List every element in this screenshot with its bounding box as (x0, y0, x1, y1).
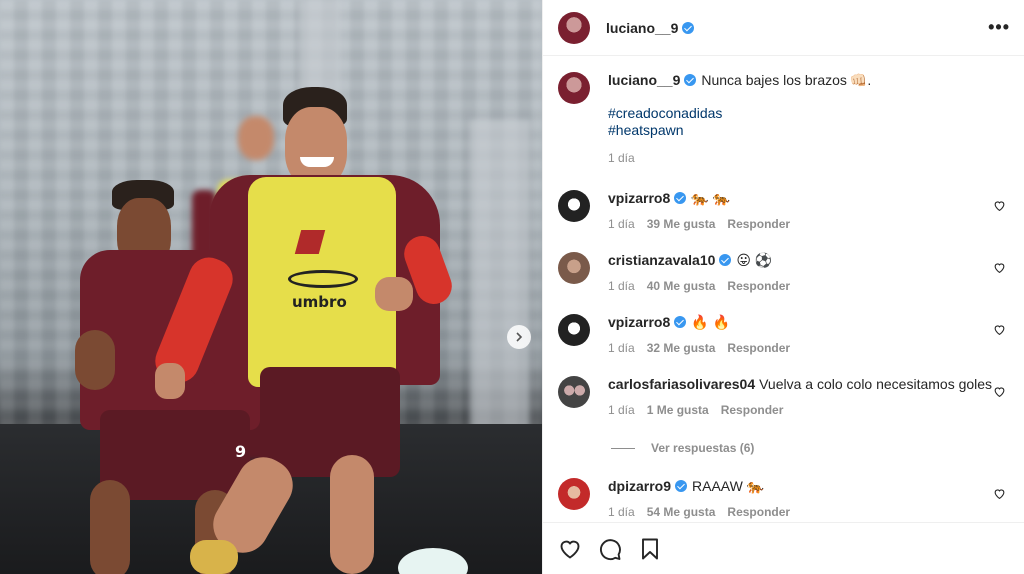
avatar[interactable] (558, 11, 590, 44)
verified-badge-icon (674, 192, 687, 204)
caption-text: Nunca bajes los brazos (701, 72, 847, 88)
avatar[interactable] (558, 376, 590, 408)
avatar[interactable] (558, 478, 590, 510)
verified-badge-icon (675, 480, 688, 492)
more-horizontal-icon[interactable]: ••• (988, 17, 1010, 38)
reply-button[interactable]: Responder (727, 217, 790, 231)
verified-badge-icon (719, 254, 732, 266)
reply-button[interactable]: Responder (727, 505, 790, 519)
post-image[interactable]: 9 umbro (0, 0, 542, 574)
hashtag-link[interactable]: #creadoconadidas (608, 105, 1009, 122)
verified-badge-icon (674, 316, 687, 328)
post-actions-bar (543, 522, 1024, 574)
stadium-pillar (470, 120, 530, 440)
view-replies-button[interactable]: Ver respuestas (6) (611, 441, 1009, 455)
comment-time: 1 día (608, 341, 635, 355)
avatar[interactable] (558, 190, 590, 222)
comment-time: 1 día (608, 217, 635, 231)
reply-button[interactable]: Responder (721, 403, 784, 417)
verified-badge-icon (684, 74, 697, 86)
heart-icon[interactable] (558, 537, 582, 561)
caption-time: 1 día (608, 151, 635, 165)
comment-username[interactable]: carlosfariasolivares04 (608, 376, 755, 392)
comment-likes[interactable]: 32 Me gusta (647, 341, 716, 355)
chevron-right-icon (516, 332, 523, 342)
heart-icon[interactable] (993, 487, 1006, 500)
comment-username[interactable]: vpizarro8 (608, 190, 670, 206)
bookmark-icon[interactable] (638, 537, 662, 561)
comment-text: 😛 ⚽ (736, 252, 773, 268)
comments-list[interactable]: luciano__9 Nunca bajes los brazos 👊🏻. #cre… (543, 56, 1024, 522)
next-image-button[interactable] (507, 325, 531, 349)
hashtag-link[interactable]: #heatspawn (608, 122, 1009, 139)
avatar[interactable] (558, 72, 590, 104)
comment: vpizarro8 🐅 🐅 1 día 39 Me gusta Responder (558, 189, 1009, 231)
comment-time: 1 día (608, 279, 635, 293)
heart-icon[interactable] (993, 385, 1006, 398)
hashtags: #creadoconadidas #heatspawn (608, 105, 1009, 139)
reply-button[interactable]: Responder (727, 279, 790, 293)
comment-time: 1 día (608, 505, 635, 519)
comment: vpizarro8 🔥 🔥 1 día 32 Me gusta Responder (558, 313, 1009, 355)
heart-icon[interactable] (993, 199, 1006, 212)
comment-text: 🐅 🐅 (691, 190, 731, 206)
comment-username[interactable]: cristianzavala10 (608, 252, 715, 268)
player-main: umbro (149, 85, 460, 574)
caption: luciano__9 Nunca bajes los brazos 👊🏻. #cre… (558, 71, 1009, 165)
comment-likes[interactable]: 39 Me gusta (647, 217, 716, 231)
comment-username[interactable]: dpizarro9 (608, 478, 671, 494)
comment: carlosfariasolivares04 Vuelva a colo colo… (558, 375, 1009, 417)
comment-username[interactable]: vpizarro8 (608, 314, 670, 330)
post-panel: luciano__9 ••• luciano__9 Nunca bajes los… (542, 0, 1024, 574)
heart-icon[interactable] (993, 323, 1006, 336)
comment-text: RAAAW 🐅 (692, 478, 765, 494)
post-header: luciano__9 ••• (543, 0, 1024, 56)
comment: cristianzavala10 😛 ⚽ 1 día 40 Me gusta Resp… (558, 251, 1009, 293)
comment: dpizarro9 RAAAW 🐅 1 día 54 Me gusta Respond… (558, 477, 1009, 519)
caption-username[interactable]: luciano__9 (608, 72, 680, 88)
comment-likes[interactable]: 40 Me gusta (647, 279, 716, 293)
avatar[interactable] (558, 252, 590, 284)
verified-badge-icon (682, 21, 695, 34)
divider (611, 447, 635, 449)
view-replies-label: Ver respuestas (6) (651, 441, 755, 455)
reply-button[interactable]: Responder (727, 341, 790, 355)
comment-icon[interactable] (598, 537, 622, 561)
avatar[interactable] (558, 314, 590, 346)
comment-likes[interactable]: 1 Me gusta (647, 403, 709, 417)
caption-emoji: 👊🏻. (849, 72, 872, 88)
heart-icon[interactable] (993, 261, 1006, 274)
comment-text: 🔥 🔥 (691, 314, 731, 330)
comment-time: 1 día (608, 403, 635, 417)
post-username[interactable]: luciano__9 (606, 20, 678, 36)
comment-text: Vuelva a colo colo necesitamos goles (759, 376, 993, 392)
comment-likes[interactable]: 54 Me gusta (647, 505, 716, 519)
